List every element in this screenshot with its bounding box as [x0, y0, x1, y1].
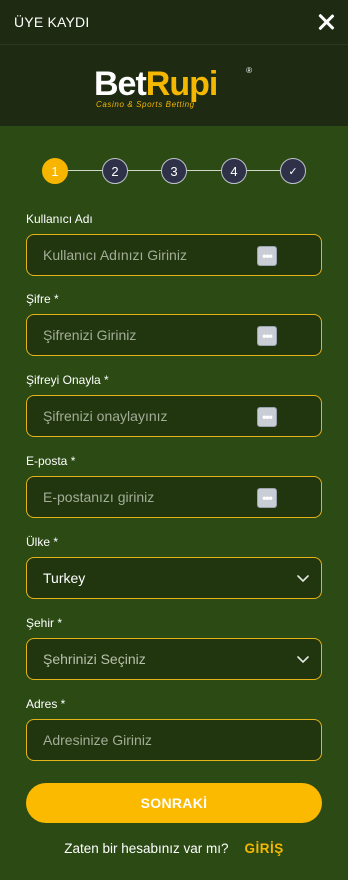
city-select[interactable]: Şehrinizi Seçiniz	[26, 638, 322, 680]
username-group: Kullanıcı Adı Kullanıcı Adınızı Giriniz …	[26, 212, 322, 276]
password-confirm-group: Şifreyi Onayla * Şifrenizi onaylayınız •…	[26, 373, 322, 437]
logo-tagline: Casino & Sports Betting	[96, 99, 195, 109]
password-confirm-input[interactable]: Şifrenizi onaylayınız •••	[26, 395, 322, 437]
password-input[interactable]: Şifrenizi Giriniz •••	[26, 314, 322, 356]
password-manager-icon[interactable]: •••	[257, 488, 277, 508]
brand-area: BetRupi ® Casino & Sports Betting	[0, 44, 348, 126]
step-complete-check-icon: ✓	[280, 158, 306, 184]
have-account-text: Zaten bir hesabınız var mı?	[64, 840, 229, 856]
country-value: Turkey	[43, 570, 86, 586]
close-icon[interactable]	[316, 12, 336, 32]
chevron-down-icon	[297, 653, 309, 665]
step-3: 3	[161, 158, 187, 184]
city-label: Şehir *	[26, 616, 63, 630]
city-placeholder: Şehrinizi Seçiniz	[43, 651, 146, 667]
next-button[interactable]: SONRAKİ	[26, 783, 322, 823]
email-placeholder: E-postanızı giriniz	[43, 489, 155, 505]
betrupi-logo: BetRupi ® Casino & Sports Betting	[94, 64, 254, 109]
logo-bet: Bet	[94, 64, 147, 103]
password-confirm-label: Şifreyi Onayla *	[26, 373, 109, 387]
username-label: Kullanıcı Adı	[26, 212, 93, 226]
country-label: Ülke *	[26, 535, 59, 549]
login-prompt: Zaten bir hesabınız var mı? GİRİŞ	[0, 838, 348, 858]
password-group: Şifre * Şifrenizi Giriniz •••	[26, 292, 322, 356]
password-confirm-placeholder: Şifrenizi onaylayınız	[43, 408, 168, 424]
logo-rupi: Rupi	[145, 64, 219, 103]
country-select[interactable]: Turkey	[26, 557, 322, 599]
username-placeholder: Kullanıcı Adınızı Giriniz	[43, 247, 187, 263]
password-manager-icon[interactable]: •••	[257, 407, 277, 427]
logo-registered: ®	[246, 65, 252, 75]
city-group: Şehir * Şehrinizi Seçiniz	[26, 616, 322, 680]
address-placeholder: Adresinize Giriniz	[43, 732, 152, 748]
password-placeholder: Şifrenizi Giriniz	[43, 327, 137, 343]
email-label: E-posta *	[26, 454, 76, 468]
username-input[interactable]: Kullanıcı Adınızı Giriniz •••	[26, 234, 322, 276]
step-2: 2	[102, 158, 128, 184]
step-1: 1	[42, 158, 68, 184]
email-group: E-posta * E-postanızı giriniz •••	[26, 454, 322, 518]
country-group: Ülke * Turkey	[26, 535, 322, 599]
page-title: ÜYE KAYDI	[14, 14, 90, 30]
password-manager-icon[interactable]: •••	[257, 326, 277, 346]
address-group: Adres * Adresinize Giriniz	[26, 697, 322, 761]
address-label: Adres *	[26, 697, 66, 711]
password-label: Şifre *	[26, 292, 59, 306]
email-input[interactable]: E-postanızı giriniz •••	[26, 476, 322, 518]
header-bar: ÜYE KAYDI	[0, 0, 348, 44]
step-indicator: 1 2 3 4 ✓	[42, 158, 306, 184]
step-4: 4	[221, 158, 247, 184]
password-manager-icon[interactable]: •••	[257, 246, 277, 266]
login-link[interactable]: GİRİŞ	[245, 841, 284, 856]
address-input[interactable]: Adresinize Giriniz	[26, 719, 322, 761]
chevron-down-icon	[297, 572, 309, 584]
